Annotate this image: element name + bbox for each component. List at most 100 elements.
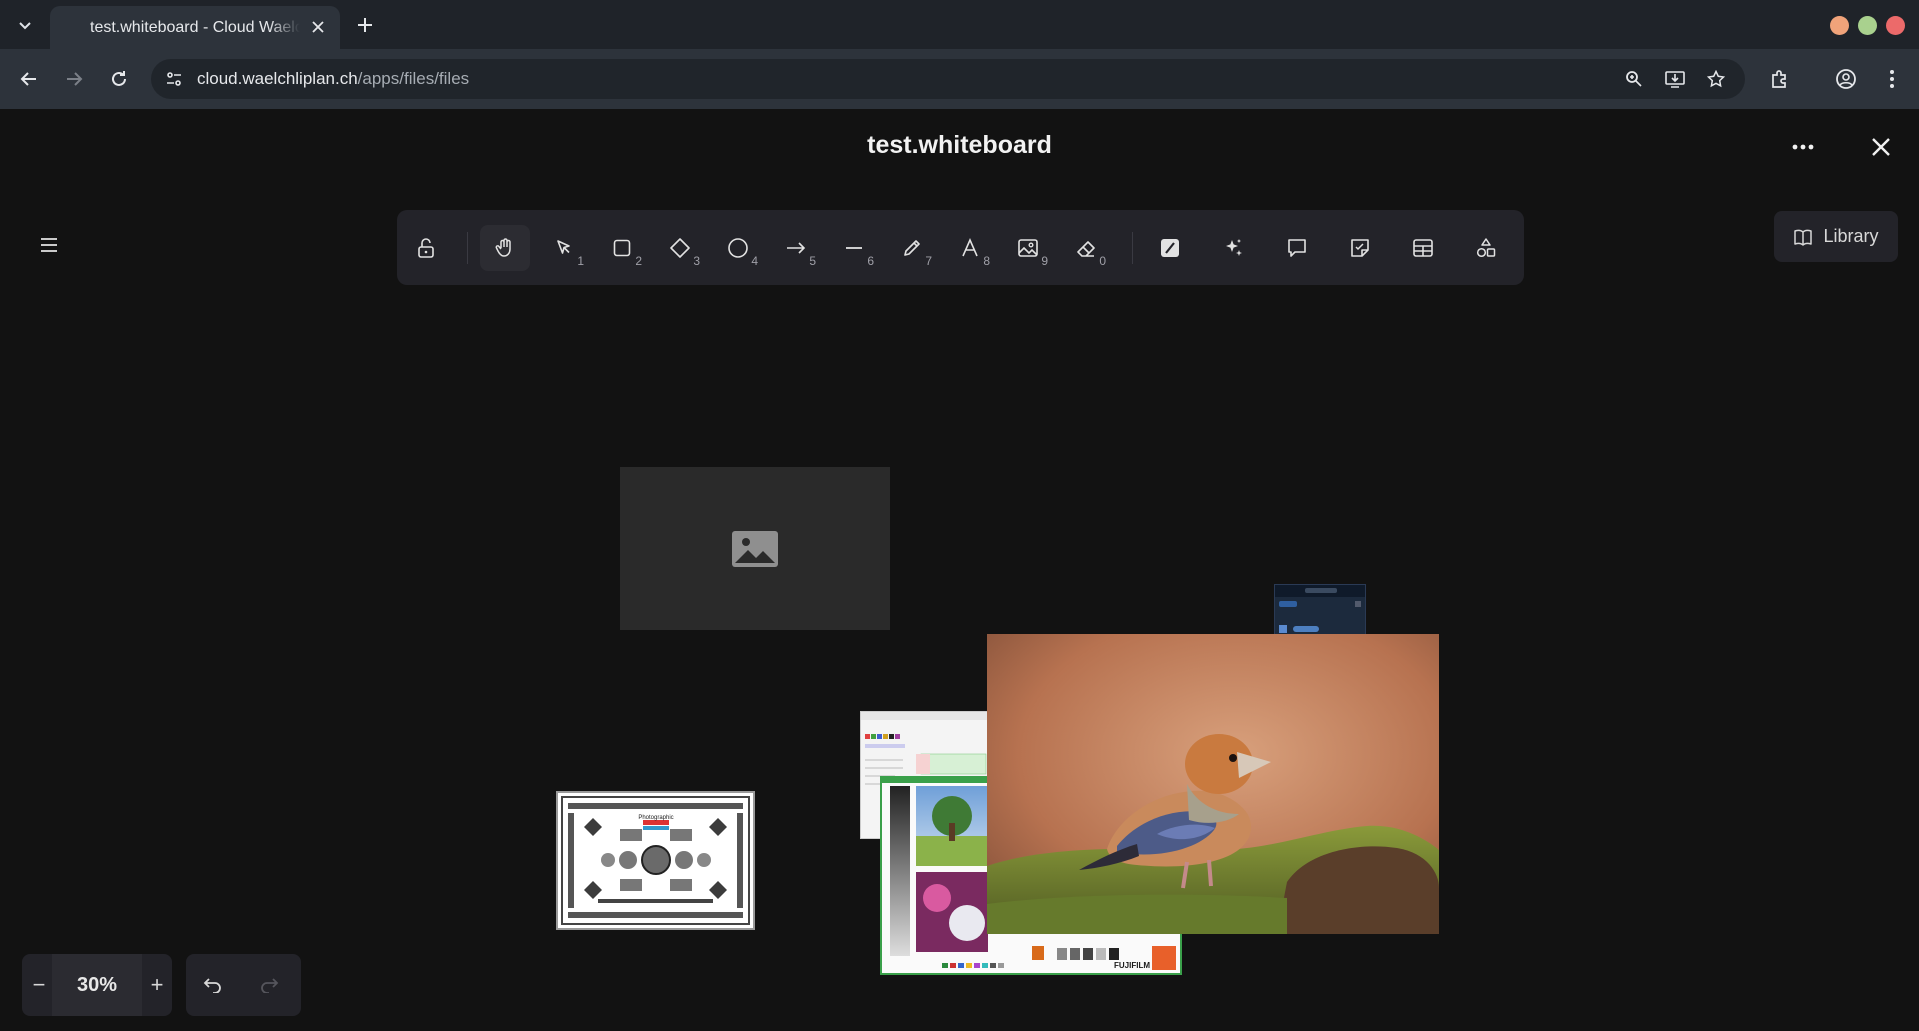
sparkles-icon <box>1226 239 1242 256</box>
draw-tool-button[interactable]: 7 <box>887 225 937 271</box>
image-icon <box>732 530 778 567</box>
tab-list-button[interactable] <box>12 12 38 38</box>
bookmark-star-icon[interactable] <box>1704 67 1728 91</box>
line-tool-button[interactable]: 6 <box>829 225 879 271</box>
tool-shortcut: 0 <box>1099 254 1106 268</box>
ellipse-tool-button[interactable]: 4 <box>713 225 763 271</box>
image-icon <box>1018 239 1038 257</box>
table-tool-button[interactable] <box>1398 225 1448 271</box>
shapes-tool-button[interactable] <box>1461 225 1511 271</box>
tool-shortcut: 8 <box>983 254 990 268</box>
window-maximize-button[interactable] <box>1858 16 1877 35</box>
lock-tool-button[interactable] <box>401 225 451 271</box>
library-label: Library <box>1823 226 1879 246</box>
reload-button[interactable] <box>105 65 133 93</box>
test-chart-label: Photographic <box>638 815 673 821</box>
lock-open-icon <box>418 238 434 258</box>
site-info-icon[interactable] <box>161 66 187 92</box>
new-tab-button[interactable] <box>352 12 378 38</box>
browser-toolbar: cloud.waelchliplan.ch/apps/files/files <box>0 49 1919 109</box>
plus-icon <box>358 18 372 32</box>
undo-redo-controls <box>186 954 301 1016</box>
laser-tool-button[interactable] <box>1145 225 1195 271</box>
install-app-icon[interactable] <box>1663 67 1687 91</box>
undo-icon <box>203 978 221 993</box>
tool-shortcut: 3 <box>693 254 700 268</box>
redo-icon <box>261 978 279 993</box>
ai-tool-button[interactable] <box>1209 225 1259 271</box>
hamburger-icon <box>41 238 57 252</box>
back-button[interactable] <box>15 65 43 93</box>
undo-button[interactable] <box>198 970 228 1000</box>
tab-close-button[interactable] <box>308 17 328 37</box>
close-icon <box>1872 138 1890 156</box>
eraser-icon <box>1077 241 1095 257</box>
browser-tab-bar: test.whiteboard - Cloud Waelchliplan <box>0 0 1919 49</box>
rectangle-tool-button[interactable]: 2 <box>597 225 647 271</box>
sticky-note-icon <box>1351 239 1369 257</box>
eraser-tool-button[interactable]: 0 <box>1061 225 1111 271</box>
diamond-icon <box>670 238 690 258</box>
more-actions-button[interactable] <box>1785 129 1821 165</box>
zoom-out-button[interactable]: − <box>24 970 54 1000</box>
zoom-controls: − 30% + <box>22 954 172 1016</box>
redo-button[interactable] <box>254 970 284 1000</box>
url-text: cloud.waelchliplan.ch/apps/files/files <box>197 69 469 89</box>
test-chart-image[interactable]: Photographic <box>556 791 755 930</box>
tool-shortcut: 6 <box>867 254 874 268</box>
close-viewer-button[interactable] <box>1863 129 1899 165</box>
zoom-icon[interactable] <box>1622 67 1646 91</box>
profile-button[interactable] <box>1832 65 1860 93</box>
arrow-icon <box>787 242 806 254</box>
pencil-icon <box>904 240 920 256</box>
forward-button[interactable] <box>60 65 88 93</box>
hand-icon <box>495 238 511 257</box>
main-menu-button[interactable] <box>34 230 64 260</box>
hand-tool-button[interactable] <box>480 225 530 271</box>
table-icon <box>1413 239 1433 257</box>
text-tool-button[interactable]: 8 <box>945 225 995 271</box>
tool-shortcut: 4 <box>751 254 758 268</box>
more-horizontal-icon <box>1792 144 1814 150</box>
line-icon <box>846 247 862 249</box>
shapes-icon <box>1476 238 1496 258</box>
tab-title: test.whiteboard - Cloud Waelchliplan <box>90 18 300 36</box>
chevron-down-icon <box>19 22 31 30</box>
shape-toolbar: 1 2 3 4 5 6 7 8 9 0 <box>397 210 1524 285</box>
image-tool-button[interactable]: 9 <box>1003 225 1053 271</box>
hawfinch-photo[interactable] <box>987 634 1439 934</box>
pointer-icon <box>557 240 570 254</box>
page-title: test.whiteboard <box>867 131 1052 159</box>
arrow-left-icon <box>20 72 36 86</box>
library-button[interactable]: Library <box>1774 211 1898 262</box>
tool-shortcut: 9 <box>1041 254 1048 268</box>
tool-shortcut: 5 <box>809 254 816 268</box>
extensions-button[interactable] <box>1766 65 1794 93</box>
close-icon <box>312 21 324 33</box>
comment-tool-button[interactable] <box>1272 225 1322 271</box>
laser-icon <box>1161 239 1179 257</box>
select-tool-button[interactable]: 1 <box>539 225 589 271</box>
browser-menu-button[interactable] <box>1878 65 1906 93</box>
rectangle-icon <box>613 239 631 257</box>
diamond-tool-button[interactable]: 3 <box>655 225 705 271</box>
whiteboard-canvas[interactable]: 1 2 3 4 5 6 7 8 9 0 Library Photographic… <box>0 186 1919 1031</box>
account-icon <box>1836 69 1856 89</box>
sticky-note-tool-button[interactable] <box>1335 225 1385 271</box>
url-domain: cloud.waelchliplan.ch <box>197 69 358 88</box>
tool-shortcut: 7 <box>925 254 932 268</box>
text-icon <box>962 238 978 257</box>
kebab-icon <box>1890 70 1894 88</box>
browser-tab[interactable]: test.whiteboard - Cloud Waelchliplan <box>50 6 340 49</box>
toolbar-divider <box>1132 232 1133 264</box>
window-minimize-button[interactable] <box>1830 16 1849 35</box>
window-close-button[interactable] <box>1886 16 1905 35</box>
arrow-tool-button[interactable]: 5 <box>771 225 821 271</box>
toolbar-divider <box>467 232 468 264</box>
zoom-level[interactable]: 30% <box>52 954 142 1016</box>
address-bar[interactable]: cloud.waelchliplan.ch/apps/files/files <box>151 59 1745 99</box>
tool-shortcut: 2 <box>635 254 642 268</box>
image-placeholder[interactable] <box>620 467 890 630</box>
zoom-in-button[interactable]: + <box>142 970 172 1000</box>
book-icon <box>1794 229 1813 246</box>
